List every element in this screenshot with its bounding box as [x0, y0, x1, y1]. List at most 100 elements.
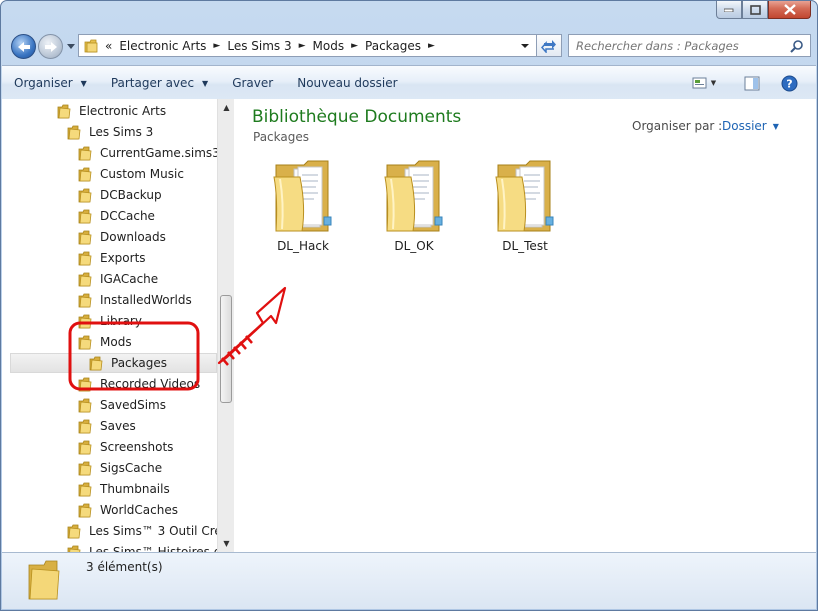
folder-icon — [78, 377, 92, 391]
folder-icon — [495, 160, 554, 232]
back-button[interactable] — [11, 34, 36, 59]
nav-item[interactable]: Screenshots — [78, 437, 173, 457]
nav-item[interactable]: Recorded Videos — [78, 374, 200, 394]
nav-item[interactable]: Library — [78, 311, 142, 331]
nav-item[interactable]: Electronic Arts — [57, 101, 166, 121]
new-folder-label: Nouveau dossier — [297, 76, 398, 90]
nav-item-label: Thumbnails — [100, 482, 170, 496]
file-name: DL_Hack — [277, 239, 329, 253]
search-box — [568, 34, 811, 57]
nav-item[interactable]: Les Sims™ Histoires de r — [67, 542, 217, 552]
nav-item[interactable]: SigsCache — [78, 458, 162, 478]
folder-icon — [28, 560, 60, 600]
navigation-pane: Electronic Arts Les Sims 3 CurrentGame.sim… — [2, 99, 218, 552]
breadcrumb-label: Packages — [365, 38, 422, 53]
nav-item[interactable]: WorldCaches — [78, 500, 178, 520]
close-button[interactable] — [768, 1, 811, 19]
dropdown-arrow-icon: ▼ — [772, 121, 779, 131]
recent-pages-chevron-icon[interactable] — [66, 42, 76, 52]
chevron-right-icon[interactable]: ► — [299, 41, 306, 51]
breadcrumb-label: Electronic Arts — [119, 38, 207, 53]
search-icon[interactable] — [790, 39, 804, 53]
new-folder-button[interactable]: Nouveau dossier — [285, 66, 409, 100]
share-label: Partager avec — [110, 76, 195, 90]
nav-item[interactable]: SavedSims — [78, 395, 166, 415]
nav-item[interactable]: DCCache — [78, 206, 155, 226]
address-bar[interactable]: « Electronic Arts ► Les Sims 3 ► Mods ► Pac… — [78, 34, 537, 57]
folder-icon — [78, 482, 92, 496]
file-name: DL_OK — [394, 239, 434, 253]
command-bar: Organiser ▼ Partager avec ▼ Graver Nouveau… — [2, 65, 816, 101]
nav-item[interactable]: Thumbnails — [78, 479, 170, 499]
folder-icon — [78, 314, 92, 328]
chevron-right-icon[interactable]: ► — [351, 41, 358, 51]
svg-text:?: ? — [786, 77, 792, 90]
maximize-button[interactable] — [742, 1, 768, 19]
preview-pane-button[interactable] — [740, 72, 764, 94]
file-item[interactable]: DL_Hack — [253, 159, 353, 253]
burn-button[interactable]: Graver — [220, 66, 285, 100]
folder-icon — [57, 104, 71, 118]
organize-button[interactable]: Organiser ▼ — [2, 66, 99, 100]
folder-icon — [84, 39, 98, 52]
explorer-window: « Electronic Arts ► Les Sims 3 ► Mods ► Pac… — [0, 0, 818, 611]
folder-icon — [67, 524, 81, 538]
nav-item-label: Custom Music — [100, 167, 184, 181]
change-view-button[interactable]: ▼ — [687, 72, 721, 94]
file-item[interactable]: DL_Test — [475, 159, 575, 253]
folder-icon — [78, 398, 92, 412]
view-options-icon — [692, 77, 707, 89]
library-subtitle: Packages — [253, 130, 309, 144]
nav-item-label: Recorded Videos — [100, 377, 201, 391]
nav-item-label: WorldCaches — [100, 503, 178, 517]
folder-icon — [78, 419, 92, 433]
scroll-up-icon[interactable]: ▲ — [218, 99, 235, 116]
address-dropdown-icon[interactable] — [520, 42, 530, 50]
breadcrumb-les-sims-3[interactable]: Les Sims 3 ► — [227, 39, 312, 53]
chevron-right-icon[interactable]: ► — [213, 41, 220, 51]
breadcrumb-packages[interactable]: Packages ► — [365, 39, 442, 53]
nav-item[interactable]: DCBackup — [78, 185, 162, 205]
minimize-button[interactable] — [716, 1, 742, 19]
folder-icon — [78, 251, 92, 265]
chevron-right-icon[interactable]: ► — [428, 41, 435, 51]
dropdown-arrow-icon: ▼ — [80, 78, 87, 88]
nav-item[interactable]: InstalledWorlds — [78, 290, 192, 310]
breadcrumb-electronic-arts[interactable]: Electronic Arts ► — [119, 39, 227, 53]
file-name: DL_Test — [502, 239, 548, 253]
folder-icon — [78, 335, 92, 349]
folder-icon — [78, 209, 92, 223]
arrange-by-label: Organiser par : — [632, 119, 723, 133]
maximize-icon — [749, 4, 761, 15]
nav-item[interactable]: Les Sims™ 3 Outil Créer — [67, 521, 217, 541]
nav-item[interactable]: Downloads — [78, 227, 166, 247]
nav-item[interactable]: Les Sims 3 — [67, 122, 153, 142]
preview-pane-icon — [744, 76, 760, 90]
nav-item[interactable]: IGACache — [78, 269, 158, 289]
arrange-by-dropdown[interactable]: Dossier ▼ — [722, 119, 779, 133]
scroll-down-icon[interactable]: ▼ — [218, 535, 235, 552]
search-input[interactable] — [569, 37, 790, 54]
nav-item[interactable]: Packages — [10, 353, 217, 373]
folder-icon — [78, 188, 92, 202]
nav-item-label: InstalledWorlds — [100, 293, 192, 307]
scrollbar-thumb[interactable] — [220, 295, 232, 403]
nav-item[interactable]: CurrentGame.sims3 — [78, 143, 217, 163]
refresh-button[interactable] — [537, 34, 562, 57]
help-button[interactable]: ? — [777, 72, 801, 94]
nav-item[interactable]: Saves — [78, 416, 136, 436]
nav-item-label: Library — [100, 314, 142, 328]
nav-scrollbar[interactable]: ▲ ▼ — [217, 99, 235, 552]
breadcrumb-mods[interactable]: Mods ► — [313, 39, 366, 53]
nav-item[interactable]: Mods — [78, 332, 132, 352]
file-item[interactable]: DL_OK — [364, 159, 464, 253]
forward-button[interactable] — [38, 34, 63, 59]
nav-item-label: Les Sims™ Histoires de r — [89, 545, 217, 552]
nav-item[interactable]: Custom Music — [78, 164, 184, 184]
address-overflow[interactable]: « — [105, 39, 112, 53]
folder-icon — [89, 356, 103, 370]
minimize-icon — [724, 8, 734, 12]
nav-item-label: DCCache — [100, 209, 155, 223]
nav-item[interactable]: Exports — [78, 248, 146, 268]
share-button[interactable]: Partager avec ▼ — [99, 66, 220, 100]
